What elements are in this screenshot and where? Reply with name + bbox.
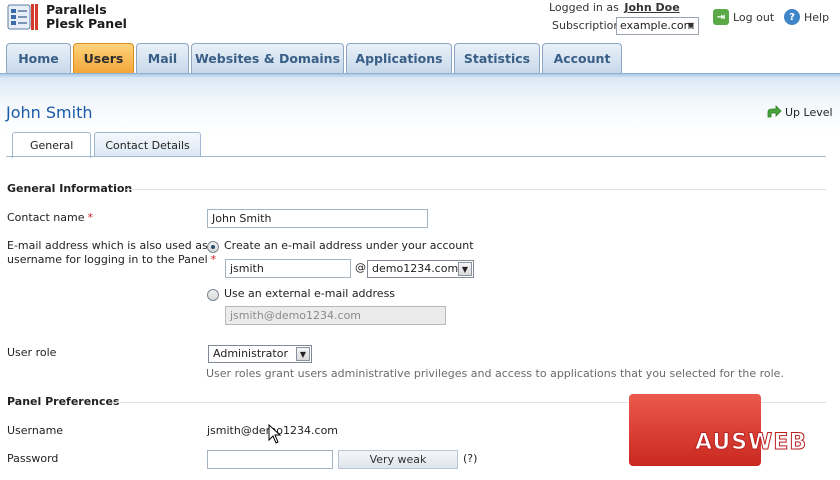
contact-name-input[interactable]: John Smith	[207, 209, 428, 228]
username-label: Username	[7, 424, 64, 437]
logout-icon: ⇥	[713, 9, 729, 25]
user-role-hint: User roles grant users administrative pr…	[206, 367, 784, 380]
tab-bar-background	[0, 73, 840, 133]
logged-in-user-link[interactable]: John Doe	[624, 1, 679, 14]
tab-account[interactable]: Account	[542, 43, 622, 73]
email-label-line-1: E-mail address which is also used as a	[7, 239, 218, 252]
chevron-down-icon: ▼	[687, 21, 694, 30]
page-title: John Smith	[6, 103, 93, 122]
email-local-part-input[interactable]: jsmith	[225, 259, 351, 278]
user-role-select[interactable]: Administrator ▼	[208, 345, 312, 363]
subtab-label: Contact Details	[105, 138, 190, 152]
subtab-label: General	[30, 139, 74, 152]
external-email-radio[interactable]	[207, 289, 219, 301]
tab-applications[interactable]: Applications	[346, 43, 452, 73]
email-domain-select[interactable]: demo1234.com ▼	[367, 260, 474, 278]
password-strength-indicator: Very weak	[338, 450, 458, 469]
logout-link[interactable]: ⇥ Log out	[713, 9, 774, 25]
external-email-input: jsmith@demo1234.com	[225, 306, 446, 325]
brand-line-2: Plesk Panel	[46, 16, 127, 31]
at-sign: @	[355, 261, 366, 274]
tab-websites-domains[interactable]: Websites & Domains	[191, 43, 344, 73]
tab-mail[interactable]: Mail	[136, 43, 189, 73]
subtabs: General Contact Details	[12, 132, 204, 158]
logout-label: Log out	[733, 10, 775, 24]
external-email-option-label[interactable]: Use an external e-mail address	[224, 287, 395, 300]
tab-statistics[interactable]: Statistics	[454, 43, 540, 73]
logged-in-info: Logged in as John Doe	[549, 1, 680, 14]
subtab-general[interactable]: General	[12, 132, 92, 158]
external-email-placeholder: jsmith@demo1234.com	[230, 309, 362, 322]
tab-users[interactable]: Users	[73, 43, 134, 73]
up-level-label: Up Level	[785, 105, 833, 119]
email-label-line-2: username for logging in to the Panel	[7, 253, 208, 266]
required-star: *	[210, 253, 217, 266]
mouse-cursor-icon	[268, 424, 282, 444]
brand-line-1: Parallels	[46, 2, 107, 17]
logged-in-label: Logged in as	[549, 1, 619, 14]
tab-label: Statistics	[463, 51, 531, 66]
email-local-part-value: jsmith	[230, 262, 264, 275]
tab-label: Websites & Domains	[194, 51, 341, 66]
tab-label: Mail	[147, 51, 178, 66]
subtab-contact-details[interactable]: Contact Details	[94, 132, 201, 157]
password-strength-text: Very weak	[369, 453, 427, 466]
email-domain-value: demo1234.com	[372, 262, 459, 275]
plesk-logo-icon	[7, 3, 39, 31]
section-title-panel-preferences: Panel Preferences	[7, 395, 120, 408]
tab-label: Home	[18, 51, 59, 66]
tab-label: Users	[83, 51, 124, 66]
watermark-text: AUSWEB	[694, 430, 808, 456]
create-email-option-label[interactable]: Create an e-mail address under your acco…	[224, 239, 474, 252]
required-star: *	[87, 211, 94, 224]
up-level-arrow-icon	[767, 105, 782, 118]
contact-name-label: Contact name *	[7, 211, 93, 225]
password-label: Password	[7, 452, 59, 465]
email-label: E-mail address which is also used as a u…	[7, 239, 218, 267]
tab-label: Applications	[355, 51, 443, 66]
subscription-label: Subscription	[552, 19, 621, 32]
user-role-label: User role	[7, 346, 57, 359]
tab-home[interactable]: Home	[6, 43, 71, 73]
contact-name-value: John Smith	[212, 212, 272, 225]
subtab-divider	[6, 156, 826, 157]
chevron-down-icon: ▼	[458, 262, 472, 276]
chevron-down-icon: ▼	[296, 347, 310, 361]
help-link[interactable]: ? Help	[784, 9, 829, 25]
main-navigation: Home Users Mail Websites & Domains Appli…	[6, 43, 624, 73]
subscription-value: example.com	[620, 19, 695, 32]
contact-name-label-text: Contact name	[7, 211, 85, 224]
password-help-link[interactable]: (?)	[463, 452, 477, 465]
tab-label: Account	[553, 51, 611, 66]
help-label: Help	[804, 10, 830, 24]
subscription-select[interactable]: example.com ▼	[616, 17, 699, 35]
up-level-link[interactable]: Up Level	[766, 105, 833, 119]
brand-name: Parallels Plesk Panel	[46, 3, 127, 31]
user-role-value: Administrator	[213, 347, 288, 360]
help-icon: ?	[784, 9, 800, 25]
section-divider	[126, 189, 826, 190]
password-input[interactable]	[207, 450, 333, 469]
create-email-radio[interactable]	[207, 241, 219, 253]
section-title-general-information: General Information	[7, 182, 133, 195]
